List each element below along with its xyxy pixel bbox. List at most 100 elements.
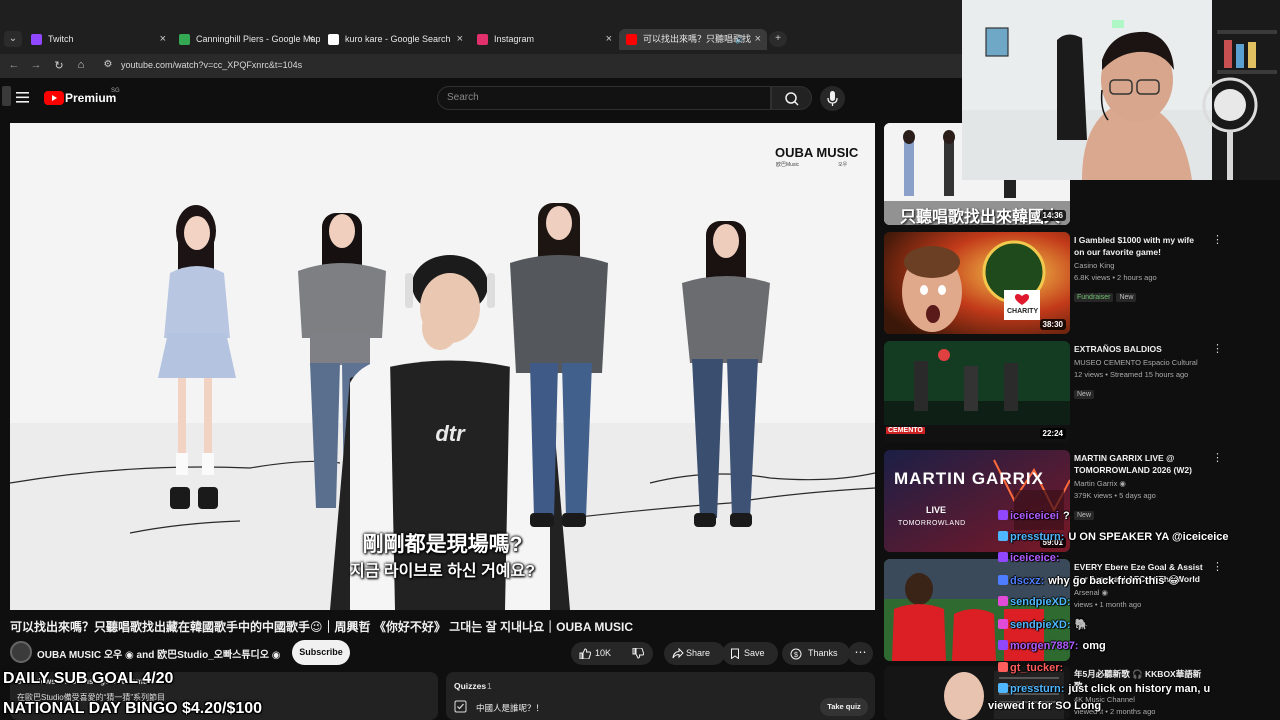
tab-search-button[interactable]: ⌄	[4, 31, 22, 47]
quiz-check-icon	[454, 700, 467, 713]
chat-username: sendpieXD:	[1010, 619, 1071, 631]
address-bar-row: ← → ↻ ⌂ ⚙ youtube.com/watch?v=cc_XPQFxnr…	[0, 54, 962, 78]
menu-icon[interactable]	[16, 92, 29, 103]
chat-text: omg	[1082, 640, 1106, 652]
bookmark-icon	[730, 648, 740, 659]
more-vertical-icon[interactable]: ⋮	[1212, 453, 1223, 464]
tab-title: kuro kare - Google Search	[345, 34, 451, 44]
tab-google-maps[interactable]: Canninghill Piers - Google Maps ×	[172, 29, 320, 50]
thumbs-up-icon	[579, 648, 591, 659]
thanks-label: Thanks	[808, 648, 838, 658]
recommendation-title[interactable]: I Gambled $1000 with my wife on our favo…	[1074, 234, 1204, 258]
chat-message: pressturn: U ON SPEAKER YA @iceiceice	[998, 531, 1229, 543]
webcam-scene	[962, 0, 1280, 180]
quiz-header: Quizzes	[454, 681, 487, 691]
chat-message: iceiceice:	[998, 552, 1064, 564]
tab-google[interactable]: kuro kare - Google Search ×	[321, 29, 469, 50]
recommendation-meta: 379K views • 5 days ago	[1074, 491, 1156, 500]
channel-avatar[interactable]	[10, 641, 32, 663]
thumbnail-caption: MARTIN GARRIX	[894, 469, 1044, 488]
tab-instagram[interactable]: Instagram ×	[470, 29, 618, 50]
url-text[interactable]: youtube.com/watch?v=cc_XPQFxnrc&t=104s	[121, 60, 302, 70]
video-duration: 22:24	[1039, 428, 1066, 439]
share-button[interactable]: Share	[664, 642, 725, 665]
tab-title: Canninghill Piers - Google Maps	[196, 34, 320, 44]
recommendation-thumbnail[interactable]: CHARITY 38:30	[884, 232, 1070, 334]
close-tab-icon[interactable]: ×	[755, 29, 761, 50]
recommendation-thumbnail[interactable]: CEMENTO 22:24	[884, 341, 1070, 443]
scroll-handle	[2, 86, 11, 106]
video-watermark-sub: 欧巴Music	[776, 162, 800, 168]
thanks-button[interactable]: $ Thanks	[782, 642, 850, 665]
tab-youtube[interactable]: 可以找出來嗎？只聽唱歌找 🔊 ×	[619, 29, 767, 50]
video-player[interactable]: dtr OUBA MUSIC 欧巴Music 오우 剛剛都是現場嗎? 지금 라이…	[10, 123, 875, 610]
chat-username: pressturn:	[1010, 683, 1065, 695]
chat-text: just click on history man, u	[1068, 683, 1211, 695]
twitch-icon	[31, 34, 42, 45]
search-placeholder: Search	[447, 92, 479, 103]
chat-text: U ON SPEAKER YA @iceiceice	[1068, 531, 1229, 543]
close-tab-icon[interactable]: ×	[160, 29, 166, 50]
forward-icon[interactable]: →	[29, 59, 43, 71]
voice-search-button[interactable]	[820, 86, 845, 111]
new-badge: New	[1116, 293, 1137, 302]
subscriber-badge-icon	[998, 662, 1008, 672]
more-actions-button[interactable]: ⋯	[848, 642, 873, 665]
chat-username: morgen7887:	[1010, 640, 1079, 652]
subscriber-badge-icon	[998, 552, 1008, 562]
channel-name[interactable]: OUBA MUSIC 오우 ◉ and 欧巴Studio_오빠스튜디오 ◉	[37, 646, 280, 661]
subscribe-button[interactable]: Subscribe	[292, 640, 350, 665]
logo-region: SG	[111, 88, 120, 94]
verified-badge-icon	[998, 683, 1008, 693]
share-label: Share	[686, 648, 711, 658]
more-vertical-icon[interactable]: ⋮	[1212, 235, 1223, 246]
stream-chat-overlay: iceiceicei? pressturn: U ON SPEAKER YA @i…	[988, 508, 1280, 720]
new-badge: New	[1074, 390, 1095, 399]
recommendation-card[interactable]: CEMENTO 22:24 EXTRAÑOS BALDIOS MUSEO CEM…	[884, 341, 1274, 443]
new-tab-button[interactable]: +	[769, 31, 787, 47]
close-tab-icon[interactable]: ×	[606, 29, 612, 50]
home-icon[interactable]: ⌂	[74, 59, 88, 71]
recommendation-channel[interactable]: Casino King	[1074, 261, 1204, 270]
bingo-goal-overlay: NATIONAL DAY BINGO $4.20/$100	[3, 700, 263, 717]
fundraiser-badge: Fundraiser	[1074, 293, 1114, 302]
chat-username: sendpieXD:	[1010, 596, 1071, 608]
chat-text: ?	[1062, 510, 1070, 522]
recommendation-channel[interactable]: Martin Garrix ◉	[1074, 479, 1204, 488]
chat-text: why go back from this 😂	[1048, 575, 1181, 587]
chat-username: dscxz:	[1010, 575, 1045, 587]
recommendation-badges: Fundraiser New	[1074, 286, 1204, 304]
thumbnail-caption: CEMENTO	[886, 427, 925, 434]
streamer-webcam	[962, 0, 1280, 180]
close-tab-icon[interactable]: ×	[457, 29, 463, 50]
recommendation-title[interactable]: MARTIN GARRIX LIVE @ TOMORROWLAND 2026 (…	[1074, 452, 1204, 476]
logo-text[interactable]: Premium	[65, 91, 116, 105]
back-icon[interactable]: ←	[7, 59, 21, 71]
more-horizontal-icon: ⋯	[854, 645, 867, 659]
search-input[interactable]: Search	[437, 86, 771, 110]
recommendation-card[interactable]: CHARITY 38:30 I Gambled $1000 with my wi…	[884, 232, 1274, 334]
reload-icon[interactable]: ↻	[52, 59, 66, 72]
recommendation-info: EXTRAÑOS BALDIOS MUSEO CEMENTO Espacio C…	[1074, 343, 1204, 401]
tab-twitch[interactable]: Twitch ×	[24, 29, 172, 50]
recommendation-channel[interactable]: MUSEO CEMENTO Espacio Cultural	[1074, 358, 1204, 367]
subscriber-badge-icon	[998, 640, 1008, 650]
like-button[interactable]: 10K	[571, 642, 623, 665]
chat-message: dscxz: why go back from this 😂	[998, 574, 1180, 587]
dislike-button[interactable]	[623, 642, 653, 665]
site-info-icon[interactable]: ⚙	[101, 59, 115, 70]
speaker-icon[interactable]: 🔊	[735, 29, 745, 50]
take-quiz-button[interactable]: Take quiz	[820, 698, 868, 716]
more-vertical-icon[interactable]: ⋮	[1212, 344, 1223, 355]
thumbs-down-icon	[632, 648, 644, 659]
thumbnail-caption: 只聽唱歌找出來韓國人	[900, 209, 1061, 225]
search-button[interactable]	[771, 86, 812, 110]
close-tab-icon[interactable]: ×	[308, 29, 314, 50]
chat-message: sendpieXD:	[998, 596, 1075, 608]
recommendation-title[interactable]: EXTRAÑOS BALDIOS	[1074, 343, 1204, 355]
video-duration: 38:30	[1039, 319, 1066, 330]
search-icon	[785, 92, 799, 106]
recommendation-badges: New	[1074, 383, 1204, 401]
save-button[interactable]: Save	[722, 642, 778, 665]
youtube-logo-icon[interactable]	[44, 91, 64, 105]
